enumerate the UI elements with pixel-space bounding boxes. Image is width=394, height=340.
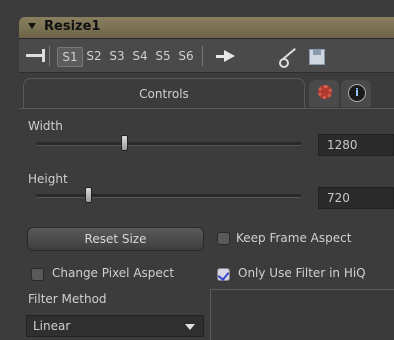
gear-icon bbox=[318, 85, 332, 99]
toolbar: S1 S2 S3 S4 S5 S6 bbox=[19, 39, 394, 73]
collapse-arrow-icon[interactable] bbox=[28, 23, 36, 29]
only-use-filter-hiq-checkbox[interactable] bbox=[217, 268, 230, 282]
toolbar-separator bbox=[49, 46, 50, 66]
tab-info[interactable]: i bbox=[341, 80, 371, 107]
panel-header[interactable]: Resize1 bbox=[19, 17, 394, 39]
slot-s6-button[interactable]: S6 bbox=[174, 47, 198, 65]
width-slider[interactable] bbox=[36, 135, 301, 151]
panel-title: Resize1 bbox=[44, 19, 101, 34]
slot-s1-button[interactable]: S1 bbox=[57, 47, 83, 67]
height-field[interactable]: 720 bbox=[318, 187, 394, 209]
width-label: Width bbox=[28, 119, 63, 133]
filter-method-label: Filter Method bbox=[28, 292, 107, 306]
save-settings-icon[interactable] bbox=[309, 49, 325, 65]
tab-controls-label: Controls bbox=[139, 87, 189, 101]
tab-divider bbox=[19, 108, 394, 109]
slot-s5-button[interactable]: S5 bbox=[151, 47, 175, 65]
tab-settings[interactable] bbox=[309, 80, 339, 107]
toolbar-separator bbox=[202, 46, 203, 66]
slot-s3-button[interactable]: S3 bbox=[105, 47, 129, 65]
filter-method-dropdown[interactable]: Linear bbox=[26, 315, 204, 337]
info-icon: i bbox=[348, 84, 366, 102]
height-slider-handle[interactable] bbox=[85, 187, 92, 203]
width-field[interactable]: 1280 bbox=[318, 134, 394, 156]
reset-size-button[interactable]: Reset Size bbox=[27, 227, 204, 251]
change-pixel-aspect-label[interactable]: Change Pixel Aspect bbox=[52, 266, 174, 280]
empty-options-panel bbox=[210, 289, 394, 340]
change-pixel-aspect-checkbox[interactable] bbox=[31, 268, 44, 281]
keep-frame-aspect-label[interactable]: Keep Frame Aspect bbox=[236, 231, 351, 245]
slot-s4-button[interactable]: S4 bbox=[128, 47, 152, 65]
chevron-down-icon bbox=[185, 324, 195, 330]
tab-controls[interactable]: Controls bbox=[23, 78, 305, 109]
keep-frame-aspect-checkbox[interactable] bbox=[217, 232, 230, 245]
checkmark-icon bbox=[217, 268, 230, 282]
height-label: Height bbox=[28, 172, 68, 186]
filter-method-value: Linear bbox=[33, 319, 71, 333]
width-slider-handle[interactable] bbox=[121, 135, 128, 151]
height-slider[interactable] bbox=[36, 187, 301, 203]
slot-s2-button[interactable]: S2 bbox=[82, 47, 106, 65]
only-use-filter-hiq-label[interactable]: Only Use Filter in HiQ bbox=[238, 266, 366, 280]
pin-icon[interactable] bbox=[26, 49, 45, 62]
